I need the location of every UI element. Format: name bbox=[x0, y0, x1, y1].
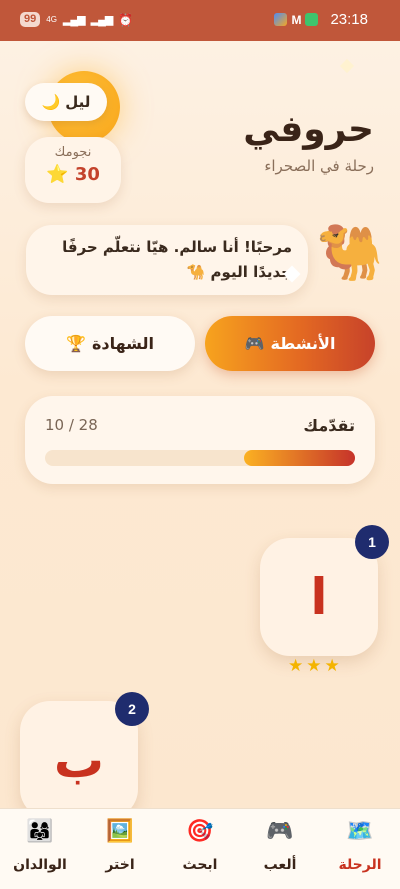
stars-value: ⭐ 30 bbox=[25, 164, 121, 185]
nav-parents[interactable]: 👨‍👩‍👧 الوالدان bbox=[0, 817, 80, 873]
app-subtitle: رحلة في الصحراء bbox=[264, 157, 374, 175]
nav-play[interactable]: 🎮 ألعب bbox=[240, 817, 320, 873]
certificate-button[interactable]: 🏆 الشهادة bbox=[25, 316, 195, 371]
gamepad-icon: 🎮 bbox=[244, 334, 265, 353]
bottom-nav: 🗺️ الرحلة 🎮 ألعب 🎯 ابحث 🖼️ اختر 👨‍👩‍👧 ال… bbox=[0, 808, 400, 889]
alarm-icon: ⏰ bbox=[118, 12, 134, 27]
activities-button[interactable]: 🎮 الأنشطة bbox=[205, 316, 375, 371]
sparkle-decoration bbox=[339, 58, 355, 74]
greeting-line-1: مرحبًا! أنا سالم. هيّا نتعلّم حرفًا bbox=[62, 238, 292, 256]
app-notification-icon bbox=[274, 13, 288, 26]
signal-icon: ▂▄▆ bbox=[62, 14, 86, 26]
progress-count: 10 / 28 bbox=[45, 416, 98, 434]
picture-icon: 🖼️ bbox=[106, 819, 134, 844]
stars-count: 30 bbox=[74, 164, 100, 185]
nav-choose[interactable]: 🖼️ اختر bbox=[80, 817, 160, 873]
nav-label: الوالدان bbox=[13, 857, 67, 873]
trophy-icon: 🏆 bbox=[66, 334, 86, 353]
progress-fill bbox=[244, 450, 355, 466]
map-icon: 🗺️ bbox=[346, 819, 374, 844]
app-title: حروفي bbox=[243, 109, 374, 150]
progress-label: تقدّمك bbox=[303, 416, 355, 435]
star-icon: ⭐ bbox=[46, 164, 69, 185]
camel-mascot-icon: 🐫 bbox=[316, 221, 384, 284]
signal-icon-2: ▂▄▆ bbox=[90, 14, 114, 26]
journey-page: 🌙 ليل نجومك ⭐ 30 حروفي رحلة في الصحراء م… bbox=[0, 41, 400, 808]
nav-label: ابحث bbox=[182, 857, 218, 873]
status-bar: 99 4G ▂▄▆ ▂▄▆ ⏰ M 23:18 bbox=[0, 0, 400, 41]
activities-label: الأنشطة bbox=[270, 334, 336, 353]
stars-label: نجومك bbox=[54, 145, 92, 160]
battery-indicator: 99 bbox=[20, 12, 41, 27]
nav-label: اختر bbox=[105, 857, 135, 873]
nav-search[interactable]: 🎯 ابحث bbox=[160, 817, 240, 873]
level-letter: ب bbox=[53, 731, 105, 789]
moon-icon: 🌙 bbox=[41, 93, 61, 111]
night-mode-label: ليل bbox=[65, 93, 91, 111]
progress-track bbox=[45, 450, 355, 466]
messaging-icon bbox=[305, 13, 319, 26]
nav-journey[interactable]: 🗺️ الرحلة bbox=[320, 817, 400, 873]
level-letter: ا bbox=[310, 568, 328, 626]
mail-icon: M bbox=[291, 12, 302, 27]
nav-label: ألعب bbox=[263, 857, 297, 873]
clock: 23:18 bbox=[330, 11, 368, 28]
night-mode-toggle[interactable]: 🌙 ليل bbox=[25, 83, 107, 121]
level-stars-icon: ★★★ bbox=[288, 656, 343, 676]
progress-card: تقدّمك 10 / 28 bbox=[25, 396, 375, 484]
greeting-bubble: مرحبًا! أنا سالم. هيّا نتعلّم حرفًا جديد… bbox=[26, 225, 308, 295]
family-icon: 👨‍👩‍👧 bbox=[26, 819, 54, 844]
stars-card: نجومك ⭐ 30 bbox=[25, 137, 121, 203]
level-number-badge: 1 bbox=[355, 525, 389, 559]
status-right: M 23:18 bbox=[274, 11, 368, 28]
status-left: 99 4G ▂▄▆ ▂▄▆ ⏰ bbox=[20, 12, 133, 27]
nav-label: الرحلة bbox=[338, 857, 382, 873]
level-card-alif[interactable]: ا bbox=[260, 538, 378, 656]
gamepad-icon: 🎮 bbox=[266, 819, 294, 844]
network-type: 4G bbox=[46, 15, 57, 24]
greeting-line-2: جديدًا اليوم 🐪 bbox=[186, 263, 292, 281]
level-number-badge: 2 bbox=[115, 692, 149, 726]
target-icon: 🎯 bbox=[186, 819, 214, 844]
certificate-label: الشهادة bbox=[91, 334, 154, 353]
